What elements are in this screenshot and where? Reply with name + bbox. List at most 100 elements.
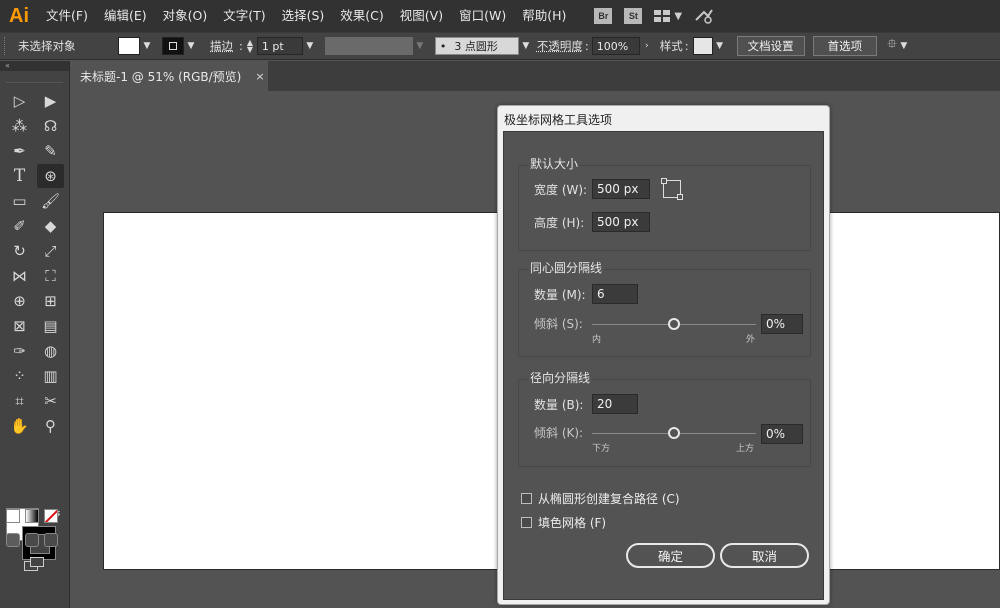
radial-skew-input[interactable]: 0% [761, 424, 803, 444]
concentric-skew-input[interactable]: 0% [761, 314, 803, 334]
slice-tool-icon[interactable]: ✂ [37, 389, 64, 413]
stroke-weight-input[interactable]: 1 pt [256, 37, 303, 55]
radial-skew-label: 倾斜 (K): [534, 426, 584, 440]
preferences-button[interactable]: 首选项 [812, 36, 878, 56]
radial-dividers-group [518, 379, 811, 467]
compound-path-option[interactable]: 从椭圆形创建复合路径 (C) [521, 490, 680, 507]
width-tool-icon[interactable]: ⋈ [6, 264, 33, 288]
stroke-label[interactable]: 描边 [210, 38, 233, 54]
color-mode-icon[interactable] [6, 509, 20, 523]
shape-builder-tool-icon[interactable]: ⊕ [6, 289, 33, 313]
document-tab[interactable]: 未标题-1 @ 51% (RGB/预览) × [72, 61, 268, 91]
stroke-dropdown-icon[interactable]: ▼ [184, 37, 198, 55]
opacity-label[interactable]: 不透明度 [537, 38, 583, 54]
opacity-expand-icon[interactable]: › [640, 37, 654, 55]
brush-dropdown-icon[interactable]: ▼ [519, 37, 533, 55]
hand-tool-icon[interactable]: ✋ [6, 414, 33, 438]
rotate-tool-icon[interactable]: ↻ [6, 239, 33, 263]
shaper-tool-icon[interactable]: ✐ [6, 214, 33, 238]
type-tool-icon[interactable]: T [6, 164, 33, 188]
concentric-skew-knob[interactable] [668, 318, 680, 330]
scale-tool-icon[interactable]: ⤢ [37, 239, 64, 263]
paintbrush-tool-icon[interactable]: 🖌 [37, 189, 64, 213]
gradient-mode-icon[interactable] [25, 509, 39, 523]
concentric-count-input[interactable]: 6 [592, 284, 638, 304]
ok-button[interactable]: 确定 [626, 543, 715, 568]
bridge-button[interactable]: Br [594, 8, 613, 24]
menu-file[interactable]: 文件(F) [38, 0, 96, 32]
menu-help[interactable]: 帮助(H) [514, 0, 574, 32]
menu-effect[interactable]: 效果(C) [332, 0, 391, 32]
blend-tool-icon[interactable]: ◍ [37, 339, 64, 363]
perspective-grid-tool-icon[interactable]: ⊞ [37, 289, 64, 313]
draw-inside-icon[interactable] [44, 533, 58, 547]
fill-grid-checkbox[interactable] [521, 517, 532, 528]
fill-swatch[interactable] [118, 37, 140, 55]
none-mode-icon[interactable] [44, 509, 58, 523]
concentric-count-label: 数量 (M): [534, 287, 586, 302]
eyedropper-tool-icon[interactable]: ✑ [6, 339, 33, 363]
profile-dropdown-icon[interactable]: ▼ [413, 37, 427, 55]
mesh-tool-icon[interactable]: ⊠ [6, 314, 33, 338]
height-input[interactable]: 500 px [592, 212, 650, 232]
pin-icon[interactable]: ⯐ [887, 35, 897, 57]
stroke-swatch[interactable] [162, 37, 184, 55]
radial-skew-knob[interactable] [668, 427, 680, 439]
draw-normal-icon[interactable] [6, 533, 20, 547]
width-label: 宽度 (W): [534, 182, 588, 197]
stroke-weight-stepper[interactable]: ▲ ▼ 1 pt ▼ [247, 37, 317, 55]
artboard-tool-icon[interactable]: ⌗ [6, 389, 33, 413]
opacity-input[interactable]: 100% [591, 37, 640, 55]
menu-window[interactable]: 窗口(W) [451, 0, 514, 32]
compound-path-checkbox[interactable] [521, 493, 532, 504]
control-bar-grip[interactable] [4, 37, 10, 55]
zoom-tool-icon[interactable]: ⚲ [37, 414, 64, 438]
screen-mode-icon[interactable] [24, 557, 46, 573]
width-row: 宽度 (W): 500 px [534, 178, 683, 200]
lasso-tool-icon[interactable]: ☊ [37, 114, 64, 138]
graphic-style-swatch[interactable] [692, 37, 713, 55]
pen-tool-icon[interactable]: ✒ [6, 139, 33, 163]
free-transform-tool-icon[interactable]: ⛶ [37, 264, 64, 288]
gpu-performance-icon[interactable] [694, 8, 714, 24]
rectangle-tool-icon[interactable]: ▭ [6, 189, 33, 213]
eraser-tool-icon[interactable]: ◆ [37, 214, 64, 238]
brush-definition[interactable]: • 3 点圆形 [434, 37, 519, 55]
arrange-documents-button[interactable]: ▼ [654, 10, 682, 22]
reference-point-icon[interactable] [661, 178, 683, 200]
cancel-button[interactable]: 取消 [720, 543, 809, 568]
selection-tool-icon[interactable]: ▷ [6, 89, 33, 113]
gradient-tool-icon[interactable]: ▤ [37, 314, 64, 338]
menu-object[interactable]: 对象(O) [155, 0, 216, 32]
stock-button[interactable]: St [624, 8, 643, 24]
fill-grid-option[interactable]: 填色网格 (F) [521, 514, 606, 531]
draw-behind-icon[interactable] [25, 533, 39, 547]
height-row: 高度 (H): 500 px [534, 212, 650, 232]
menu-view[interactable]: 视图(V) [392, 0, 451, 32]
direct-selection-tool-icon[interactable]: ▶ [37, 89, 64, 113]
stepper-arrows-icon[interactable]: ▲ ▼ [247, 39, 257, 54]
panel-drag-handle[interactable] [6, 73, 63, 83]
collapse-panel-icon[interactable]: « [0, 61, 69, 71]
document-setup-button[interactable]: 文档设置 [736, 36, 805, 56]
radial-count-label: 数量 (B): [534, 397, 584, 412]
curvature-tool-icon[interactable]: ✎ [37, 139, 64, 163]
fill-dropdown-icon[interactable]: ▼ [140, 37, 154, 55]
column-graph-tool-icon[interactable]: ▥ [37, 364, 64, 388]
document-tab-title: 未标题-1 @ 51% (RGB/预览) [80, 69, 242, 84]
menu-type[interactable]: 文字(T) [215, 0, 273, 32]
color-mode-row [6, 509, 58, 523]
polar-grid-tool-icon[interactable]: ⊛ [37, 164, 64, 188]
radial-count-input[interactable]: 20 [592, 394, 638, 414]
magic-wand-tool-icon[interactable]: ⁂ [6, 114, 33, 138]
style-dropdown-icon[interactable]: ▼ [713, 37, 727, 55]
menu-select[interactable]: 选择(S) [274, 0, 333, 32]
pin-dropdown-icon[interactable]: ▼ [897, 37, 911, 55]
variable-width-profile[interactable] [324, 37, 413, 55]
concentric-skew-max-label: 外 [746, 335, 756, 345]
close-icon[interactable]: × [255, 70, 264, 83]
stroke-weight-dropdown-icon[interactable]: ▼ [303, 37, 317, 55]
menu-edit[interactable]: 编辑(E) [96, 0, 155, 32]
symbol-sprayer-tool-icon[interactable]: ⁘ [6, 364, 33, 388]
width-input[interactable]: 500 px [592, 179, 650, 199]
